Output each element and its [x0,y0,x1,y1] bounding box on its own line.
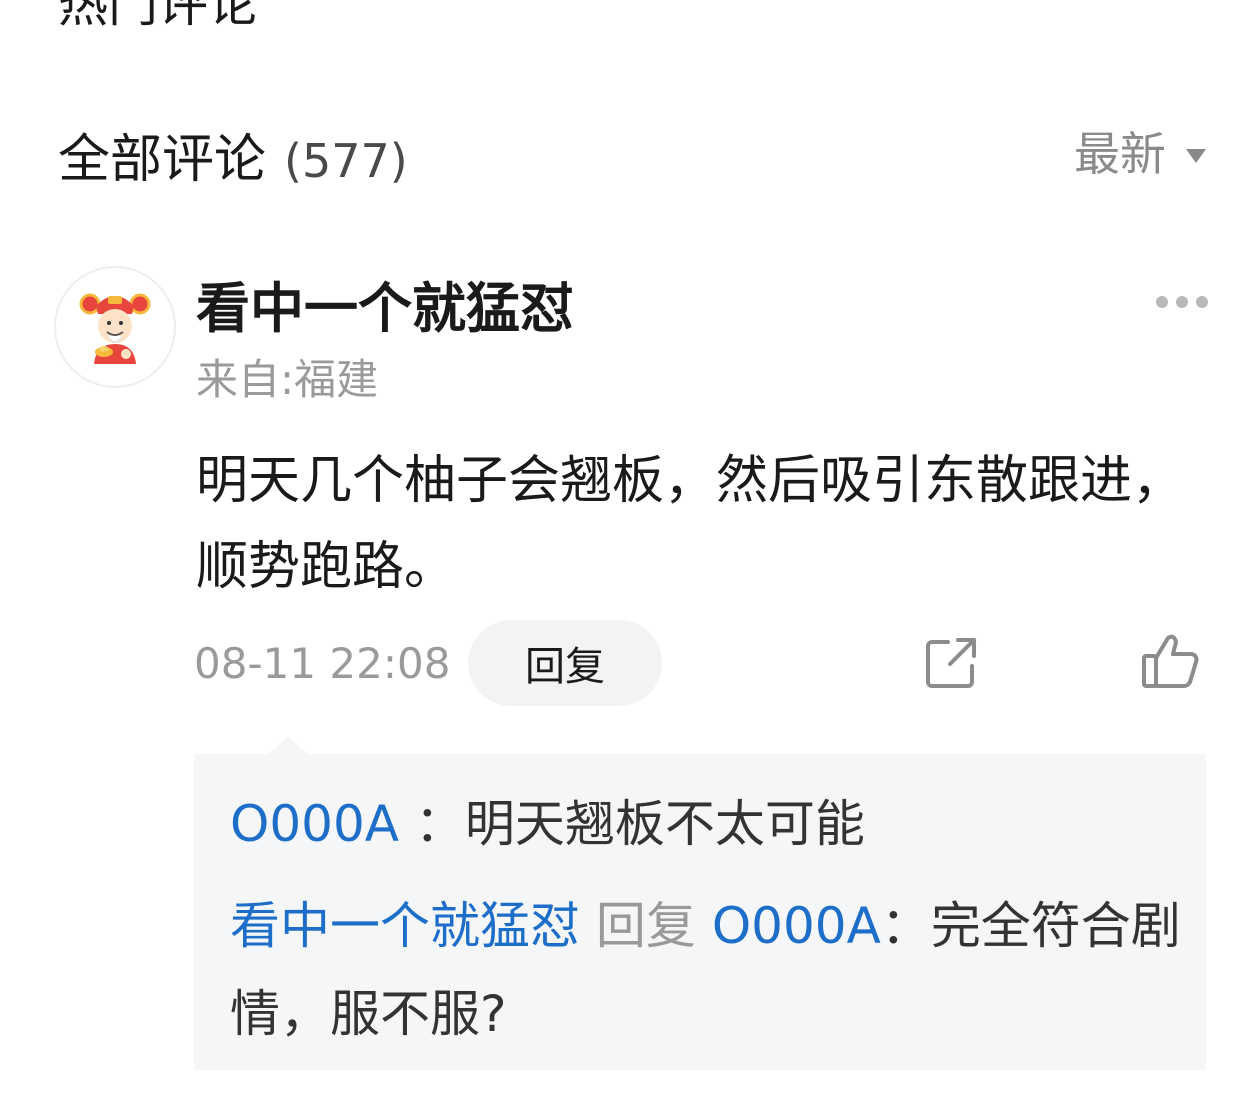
reply-target[interactable]: O000A [712,897,881,955]
reply-word: 回复 [595,897,696,955]
all-comments-label: 全部评论 [58,130,267,190]
comment-count: (577) [284,134,408,188]
thumbs-up-icon-graphic [1142,634,1199,688]
more-dots-icon[interactable] [1156,296,1208,308]
comment-body: 明天几个柚子会翘板，然后吸引东散跟进，顺势跑路。 [196,451,1185,597]
avatar[interactable] [54,266,176,388]
reply-text: 明天翘板不太可能 [464,795,865,853]
reply-separator: ： [399,795,465,853]
comment-username[interactable]: 看中一个就猛怼 [196,276,574,342]
reply-author[interactable]: 看中一个就猛怼 [230,897,580,955]
reply-button[interactable]: 回复 [468,620,662,706]
reply-button-label: 回复 [525,644,605,690]
more-dot [1196,296,1208,308]
god-of-wealth-avatar-icon [79,293,151,364]
share-icon[interactable] [922,634,980,692]
caret-down-icon [1186,149,1206,163]
share-icon-graphic [926,638,976,688]
sort-dropdown[interactable]: 最新 [1074,124,1206,184]
reply-item[interactable]: 看中一个就猛怼 回复 O000A：完全符合剧情，服不服? [230,882,1190,1058]
sort-label: 最新 [1074,127,1166,181]
comment-timestamp: 08-11 22:08 [194,639,451,688]
comment-location: 来自:福建 [196,355,379,404]
reply-author[interactable]: O000A [230,795,399,853]
reply-item[interactable]: O000A ：明天翘板不太可能 [230,780,1190,868]
thumbs-up-icon[interactable] [1140,632,1202,692]
all-comments-title: 全部评论 (577) [58,128,408,193]
reply-box-notch [268,736,308,754]
more-dot [1156,296,1168,308]
hot-comments-title: 热门评论 [58,0,258,33]
more-dot [1176,296,1188,308]
reply-separator: ： [880,897,931,955]
